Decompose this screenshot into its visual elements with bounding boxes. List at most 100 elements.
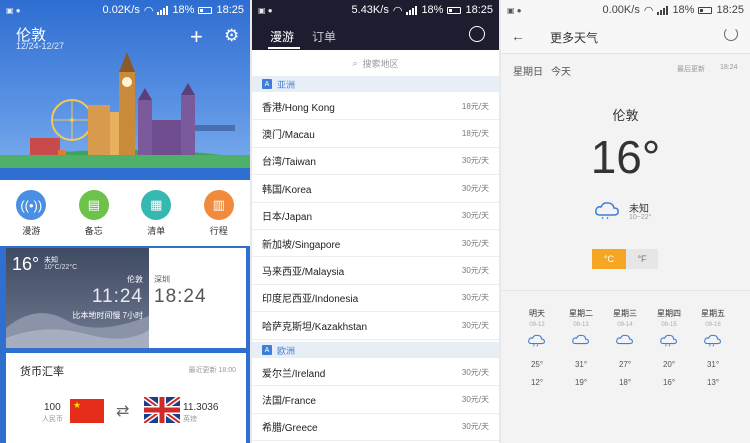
region-row[interactable]: 印度尼西亚/Indonesia 30元/天 xyxy=(252,285,499,313)
region-name: 澳门/Macau xyxy=(262,130,315,142)
region-row[interactable]: 台湾/Taiwan 30元/天 xyxy=(252,148,499,176)
back-arrow-icon[interactable]: ← xyxy=(511,28,525,44)
region-row[interactable]: 法国/France 30元/天 xyxy=(252,386,499,414)
region-row[interactable]: 韩国/Korea 30元/天 xyxy=(252,175,499,203)
search-placeholder: 搜索地区 xyxy=(362,58,399,69)
celsius-toggle[interactable]: °C xyxy=(592,249,626,269)
currency-card[interactable]: 货币汇率 最近更新 18:00 100 人民币 ★ ⇄ 11.3036 英镑 xyxy=(6,353,246,443)
region-search[interactable]: ⌕ 搜索地区 xyxy=(252,52,499,74)
forecast-date: 09-15 xyxy=(661,322,677,328)
region-row[interactable]: 马来西亚/Malaysia 30元/天 xyxy=(252,257,499,285)
trip-dates: 12/24-12/27 xyxy=(16,41,65,51)
quick-action-label: 行程 xyxy=(209,226,228,236)
quick-action-itinerary[interactable]: ▥ 行程 xyxy=(194,190,244,246)
region-row[interactable]: 哈萨克斯坦/Kazakhstan 30元/天 xyxy=(252,312,499,340)
clock: 18:25 xyxy=(465,4,493,16)
china-flag-icon: ★ xyxy=(70,399,104,423)
refresh-icon[interactable] xyxy=(724,27,738,41)
region-price: 30元/天 xyxy=(461,211,489,221)
forecast-date: 09-13 xyxy=(573,322,589,328)
forecast-low: 13° xyxy=(706,378,720,387)
region-name: 韩国/Korea xyxy=(262,184,312,196)
region-name: 法国/France xyxy=(262,396,316,408)
home-city-label: 深圳 xyxy=(154,275,170,284)
battery-icon xyxy=(198,6,213,14)
forecast-date: 09-16 xyxy=(705,322,721,328)
forecast-high: 20° xyxy=(662,360,676,369)
tab-roaming[interactable]: 漫游 xyxy=(270,28,294,45)
memo-icon: ▤ xyxy=(78,190,109,220)
region-row[interactable]: 澳门/Macau 18元/天 xyxy=(252,120,499,148)
to-amount: 11.3036 xyxy=(183,402,219,413)
region-name: 日本/Japan xyxy=(262,212,313,224)
region-price: 18元/天 xyxy=(461,129,489,139)
currency-updated: 最近更新 18:00 xyxy=(188,367,236,374)
forecast-day-name: 星期二 xyxy=(569,309,593,318)
divider xyxy=(501,290,750,291)
clipboard-icon: ▦ xyxy=(141,190,172,220)
from-amount[interactable]: 100 xyxy=(44,402,61,413)
forecast-low: 18° xyxy=(618,378,632,387)
forecast-day: 星期四 09-15 20° 16° xyxy=(647,308,691,387)
storm-cloud-icon xyxy=(704,334,721,347)
region-row[interactable]: 日本/Japan 30元/天 xyxy=(252,203,499,230)
forecast-day: 星期三 09-14 27° 18° xyxy=(603,308,647,387)
add-icon[interactable]: + xyxy=(190,26,203,48)
destination-time: 11:24 xyxy=(91,286,143,307)
battery-icon xyxy=(698,6,713,14)
forecast-low: 12° xyxy=(530,378,544,387)
user-profile-icon[interactable] xyxy=(469,26,485,42)
trip-home-screen: ▣ ● 0.02K/s ◠ 18% 18:25 伦敦 12/24-12/27 +… xyxy=(0,0,250,443)
current-temperature: 16° xyxy=(12,254,40,274)
signal-icon xyxy=(406,5,418,15)
weather-time-card[interactable]: 16° 未知 10°C/22°C 伦敦 11:24 比本地时间慢 7小时 深圳 … xyxy=(6,248,246,348)
search-icon: ⌕ xyxy=(352,57,358,68)
notification-icons: ▣ ● xyxy=(6,5,21,15)
quick-action-label: 备忘 xyxy=(84,226,103,236)
cloud-icon xyxy=(572,334,589,345)
region-row[interactable]: 新加坡/Singapore 30元/天 xyxy=(252,230,499,258)
fahrenheit-toggle[interactable]: °F xyxy=(626,249,658,269)
swap-arrows-icon[interactable]: ⇄ xyxy=(116,401,129,421)
region-price: 30元/天 xyxy=(461,238,489,248)
region-row[interactable]: 香港/Hong Kong 18元/天 xyxy=(252,93,499,121)
signal-icon xyxy=(157,5,169,15)
last-updated-label: 最后更新 xyxy=(677,66,705,73)
today-label: 今天 xyxy=(551,67,571,78)
forecast-high: 25° xyxy=(530,360,544,369)
battery-percent: 18% xyxy=(672,4,695,16)
forecast-high: 27° xyxy=(618,360,632,369)
region-row[interactable]: 爱尔兰/Ireland 30元/天 xyxy=(252,359,499,387)
region-price: 30元/天 xyxy=(461,422,489,432)
clock: 18:25 xyxy=(216,4,244,16)
temperature-range: 10°C/22°C xyxy=(44,264,78,271)
settings-gear-icon[interactable]: ⚙ xyxy=(224,27,239,44)
active-tab-indicator xyxy=(268,47,300,49)
tab-orders[interactable]: 订单 xyxy=(312,28,336,45)
region-price: 30元/天 xyxy=(461,156,489,166)
wifi-icon: ◠ xyxy=(392,4,403,17)
forecast-low: 16° xyxy=(662,378,676,387)
more-weather-screen: ▣ ● 0.00K/s ◠ 18% 18:25 ← 更多天气 星期日 今天 最后… xyxy=(501,0,750,443)
forecast-day-name: 星期三 xyxy=(613,309,637,318)
forecast-day-name: 星期四 xyxy=(657,309,681,318)
london-skyline-illustration xyxy=(0,52,250,180)
quick-action-label: 清单 xyxy=(147,226,166,236)
section-header-europe: A 欧洲 xyxy=(252,342,499,358)
status-bar: ▣ ● 0.00K/s ◠ 18% 18:25 xyxy=(501,0,750,20)
current-temperature: 16° xyxy=(590,131,661,183)
region-row[interactable]: 希腊/Greece 30元/天 xyxy=(252,414,499,442)
battery-percent: 18% xyxy=(172,4,195,16)
forecast-day: 明天 09-12 25° 12° xyxy=(515,308,559,387)
calendar-icon: ▥ xyxy=(203,190,234,220)
top-app-bar: ← 更多天气 xyxy=(501,20,750,54)
region-name: 新加坡/Singapore xyxy=(262,239,341,251)
quick-action-memo[interactable]: ▤ 备忘 xyxy=(69,190,119,246)
quick-action-roaming[interactable]: ((•)) 漫游 xyxy=(6,190,56,246)
forecast-day-name: 星期五 xyxy=(701,309,725,318)
quick-action-checklist[interactable]: ▦ 清单 xyxy=(131,190,181,246)
quick-action-label: 漫游 xyxy=(22,226,41,236)
currency-title: 货币汇率 xyxy=(20,366,64,378)
from-currency: 人民币 xyxy=(42,416,63,423)
battery-icon xyxy=(447,6,462,14)
